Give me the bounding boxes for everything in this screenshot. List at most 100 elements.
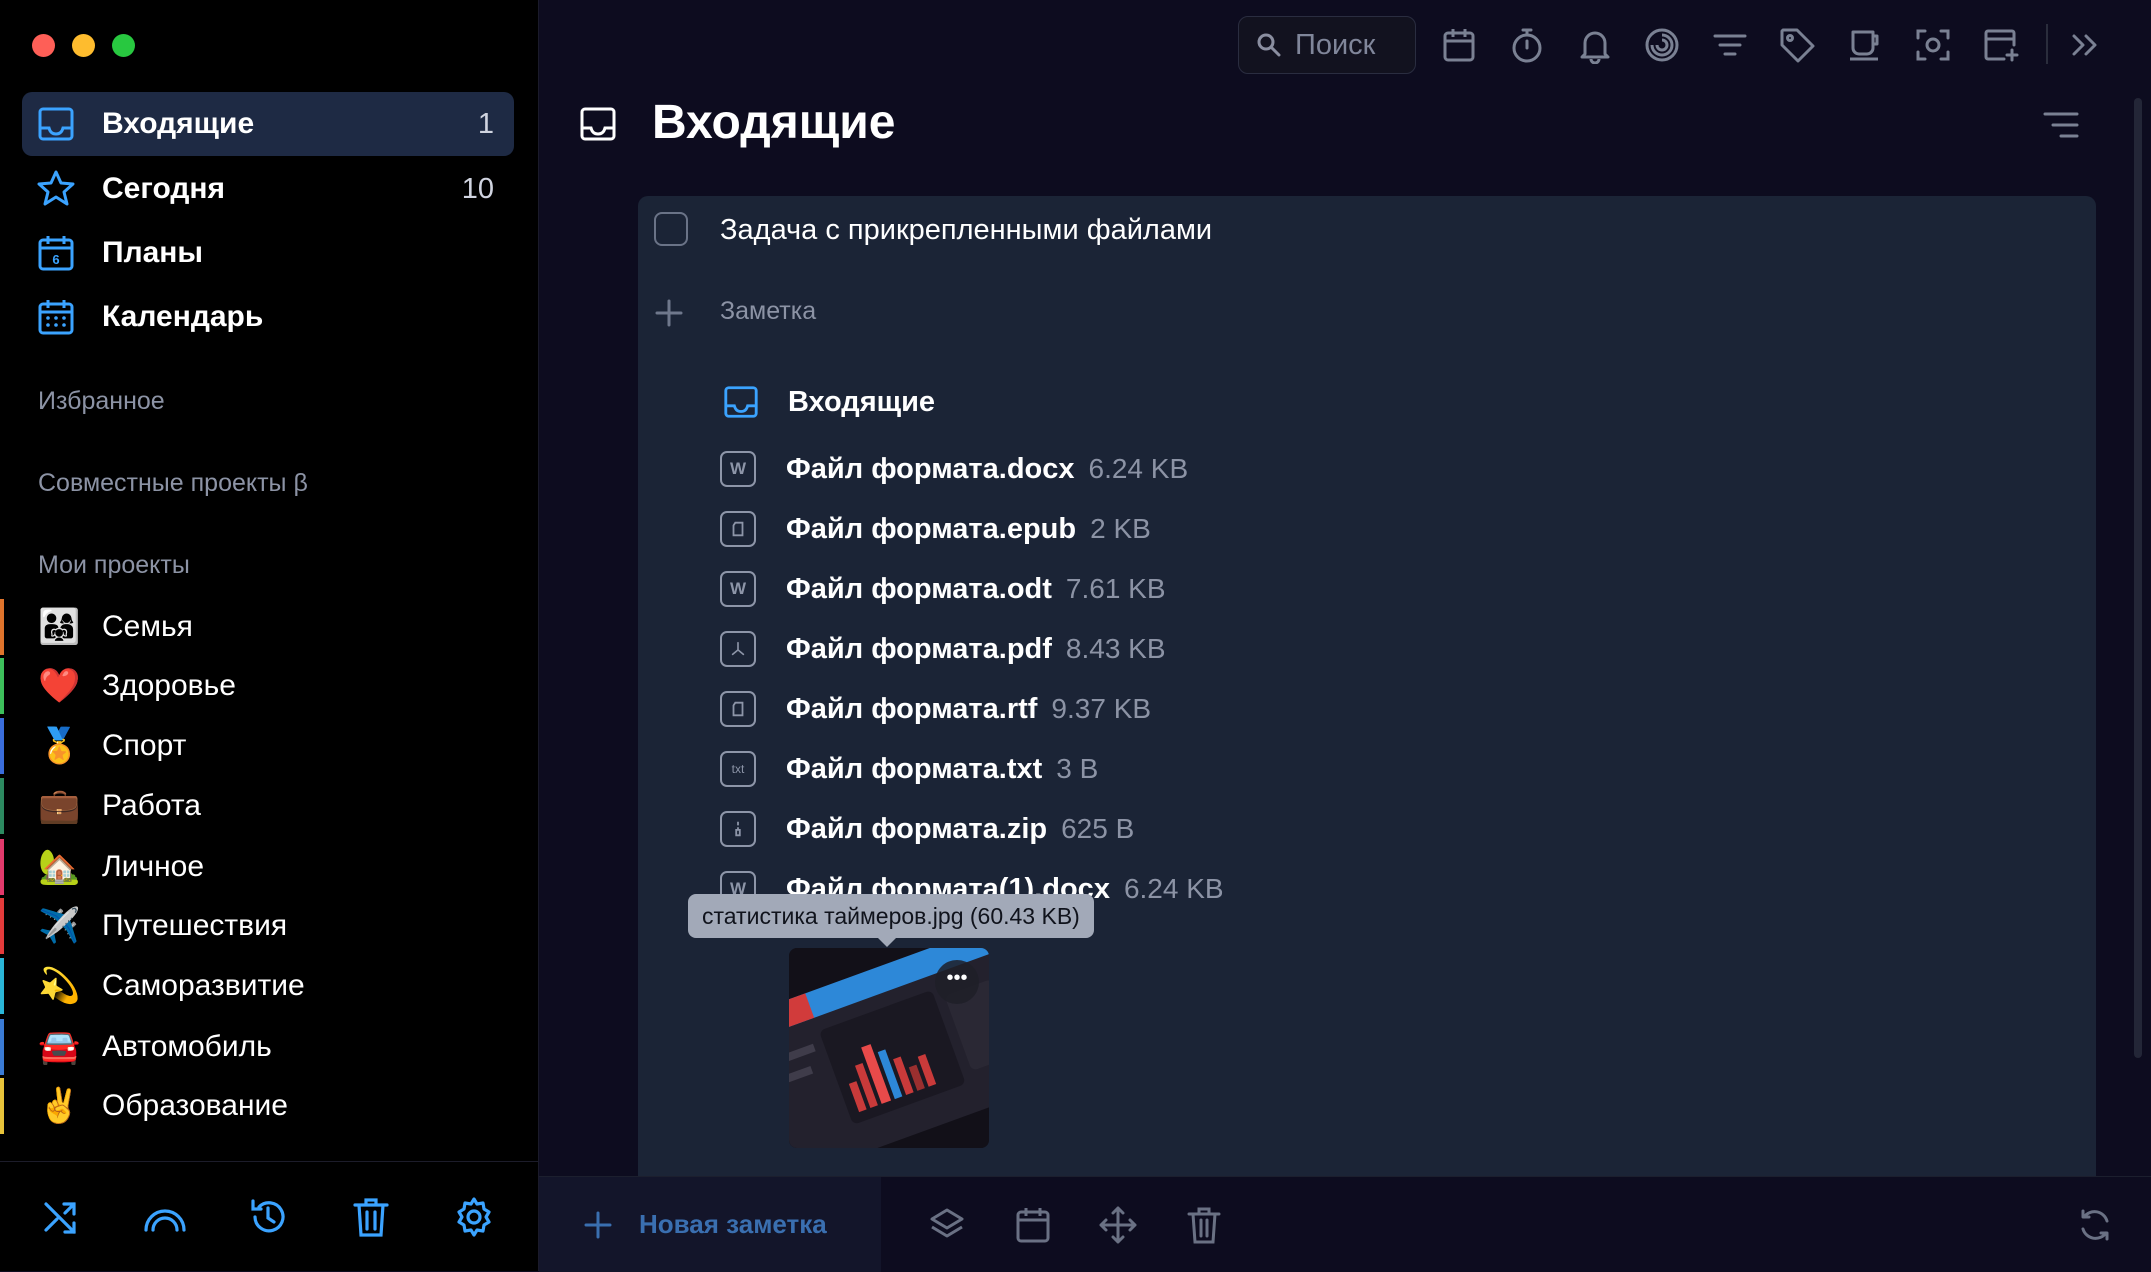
- project-item-sport[interactable]: 🏅 Спорт: [0, 718, 538, 774]
- project-item-work[interactable]: 💼 Работа: [0, 778, 538, 834]
- document-icon: [720, 691, 756, 727]
- close-window-button[interactable]: [32, 34, 55, 57]
- attachment-row[interactable]: W Файл формата.docx 6.24 KB: [720, 447, 1188, 491]
- scrollbar[interactable]: [2134, 98, 2142, 1058]
- shuffle-icon[interactable]: [40, 1196, 82, 1238]
- project-color-bar: [0, 898, 4, 954]
- screenshot-icon[interactable]: [1914, 26, 1952, 64]
- sidebar-item-calendar[interactable]: Календарь: [22, 285, 514, 349]
- filter-icon[interactable]: [1711, 26, 1749, 64]
- timer-icon[interactable]: [1508, 26, 1546, 64]
- attachment-row[interactable]: Файл формата.epub 2 KB: [720, 507, 1151, 551]
- search-icon: [1255, 31, 1283, 59]
- zoom-window-button[interactable]: [112, 34, 135, 57]
- medal-emoji-icon: 🏅: [38, 727, 81, 765]
- focus-icon[interactable]: [1643, 26, 1681, 64]
- attachment-size: 6.24 KB: [1123, 873, 1224, 904]
- project-color-bar: [0, 1078, 4, 1134]
- plus-icon[interactable]: [654, 298, 684, 328]
- project-color-bar: [0, 778, 4, 834]
- task-checkbox[interactable]: [654, 212, 688, 246]
- family-emoji-icon: 👨‍👩‍👧: [38, 608, 81, 646]
- sidebar-item-today[interactable]: Сегодня 10: [22, 157, 514, 221]
- layers-icon[interactable]: [927, 1205, 967, 1245]
- sidebar-item-count: 1: [477, 107, 494, 140]
- sort-icon[interactable]: [2042, 108, 2080, 142]
- project-item-car[interactable]: 🚘 Автомобиль: [0, 1019, 538, 1075]
- move-icon[interactable]: [1098, 1205, 1138, 1245]
- project-item-personal[interactable]: 🏡 Личное: [0, 839, 538, 895]
- bottom-toolbar: Новая заметка: [539, 1176, 2151, 1272]
- word-icon: W: [720, 571, 756, 607]
- txt-icon: txt: [720, 751, 756, 787]
- inbox-icon: [36, 104, 76, 144]
- attachment-size: 9.37 KB: [1051, 693, 1152, 724]
- my-projects-header[interactable]: Мои проекты: [38, 551, 190, 580]
- attachment-name: Файл формата.epub: [786, 512, 1077, 545]
- cup-icon[interactable]: [1846, 26, 1884, 64]
- image-attachment-thumbnail[interactable]: •••: [789, 948, 989, 1148]
- new-note-button[interactable]: Новая заметка: [539, 1177, 881, 1272]
- trash-icon[interactable]: [350, 1196, 392, 1238]
- attachment-size: 6.24 KB: [1088, 453, 1189, 484]
- attachment-name: Файл формата.zip: [786, 812, 1048, 845]
- tag-icon[interactable]: [1778, 26, 1816, 64]
- rainbow-icon[interactable]: [143, 1196, 187, 1238]
- task-project-label: Входящие: [788, 385, 936, 418]
- car-emoji-icon: 🚘: [38, 1028, 81, 1066]
- project-label: Путешествия: [102, 909, 288, 942]
- project-color-bar: [0, 958, 4, 1014]
- inbox-icon: [722, 383, 760, 421]
- task-project[interactable]: Входящие: [722, 382, 935, 422]
- attachment-row[interactable]: Файл формата.rtf 9.37 KB: [720, 687, 1151, 731]
- bell-icon[interactable]: [1576, 26, 1614, 64]
- zip-icon: [720, 811, 756, 847]
- sync-icon[interactable]: [2077, 1207, 2113, 1243]
- sidebar-item-inbox[interactable]: Входящие 1: [22, 92, 514, 156]
- calendar-icon[interactable]: [1440, 26, 1478, 64]
- project-item-health[interactable]: ❤️ Здоровье: [0, 658, 538, 714]
- project-label: Семья: [102, 610, 193, 643]
- project-label: Здоровье: [102, 669, 236, 702]
- word-icon: W: [720, 451, 756, 487]
- briefcase-emoji-icon: 💼: [38, 787, 81, 825]
- image-tooltip: статистика таймеров.jpg (60.43 KB): [688, 894, 1094, 947]
- collapse-icon[interactable]: [2066, 26, 2104, 64]
- project-label: Личное: [102, 850, 205, 883]
- new-note-label: Новая заметка: [639, 1209, 827, 1239]
- attachment-size: 3 B: [1056, 753, 1099, 784]
- favorites-header[interactable]: Избранное: [38, 387, 165, 416]
- project-item-family[interactable]: 👨‍👩‍👧 Семья: [0, 599, 538, 655]
- history-icon[interactable]: [247, 1196, 289, 1238]
- calendar-icon[interactable]: [1013, 1205, 1053, 1245]
- settings-icon[interactable]: [453, 1196, 495, 1238]
- attachment-row[interactable]: txt Файл формата.txt 3 B: [720, 747, 1098, 791]
- trash-icon[interactable]: [1184, 1205, 1224, 1245]
- attachment-row[interactable]: Файл формата.zip 625 B: [720, 807, 1134, 851]
- project-color-bar: [0, 839, 4, 895]
- attachment-name: Файл формата.pdf: [786, 632, 1052, 665]
- more-options-icon[interactable]: •••: [935, 960, 979, 1004]
- task-title[interactable]: Задача с прикрепленными файлами: [720, 214, 1212, 247]
- attachment-row[interactable]: Файл формата.pdf 8.43 KB: [720, 627, 1166, 671]
- attachment-name: Файл формата.docx: [786, 452, 1075, 485]
- project-color-bar: [0, 599, 4, 655]
- attachment-size: 625 B: [1061, 813, 1135, 844]
- search-input[interactable]: Поиск: [1238, 16, 1416, 74]
- add-window-icon[interactable]: [1982, 26, 2020, 64]
- attachment-row[interactable]: W Файл формата.odt 7.61 KB: [720, 567, 1166, 611]
- project-label: Саморазвитие: [102, 969, 305, 1002]
- window-controls: [32, 34, 135, 57]
- sidebar-item-label: Календарь: [102, 300, 264, 333]
- minimize-window-button[interactable]: [72, 34, 95, 57]
- project-item-self-development[interactable]: 💫 Саморазвитие: [0, 958, 538, 1014]
- note-input[interactable]: Заметка: [720, 297, 816, 326]
- plus-icon: [583, 1210, 613, 1240]
- project-item-education[interactable]: ✌️ Образование: [0, 1078, 538, 1134]
- shared-projects-header[interactable]: Совместные проекты β: [38, 469, 308, 498]
- airplane-emoji-icon: ✈️: [38, 907, 81, 945]
- search-placeholder: Поиск: [1295, 28, 1376, 61]
- sidebar-item-plans[interactable]: 6 Планы: [22, 221, 514, 285]
- project-item-travel[interactable]: ✈️ Путешествия: [0, 898, 538, 954]
- star-icon: [36, 169, 76, 209]
